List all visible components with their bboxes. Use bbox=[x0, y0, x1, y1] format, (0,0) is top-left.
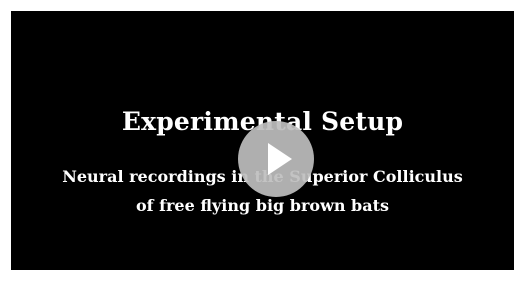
video-player[interactable]: Experimental Setup Neural recordings in … bbox=[11, 11, 514, 270]
play-icon bbox=[268, 143, 292, 175]
page-frame: Experimental Setup Neural recordings in … bbox=[0, 0, 525, 281]
video-subtitle-line2: of free flying big brown bats bbox=[135, 196, 389, 215]
play-button[interactable] bbox=[238, 121, 314, 197]
